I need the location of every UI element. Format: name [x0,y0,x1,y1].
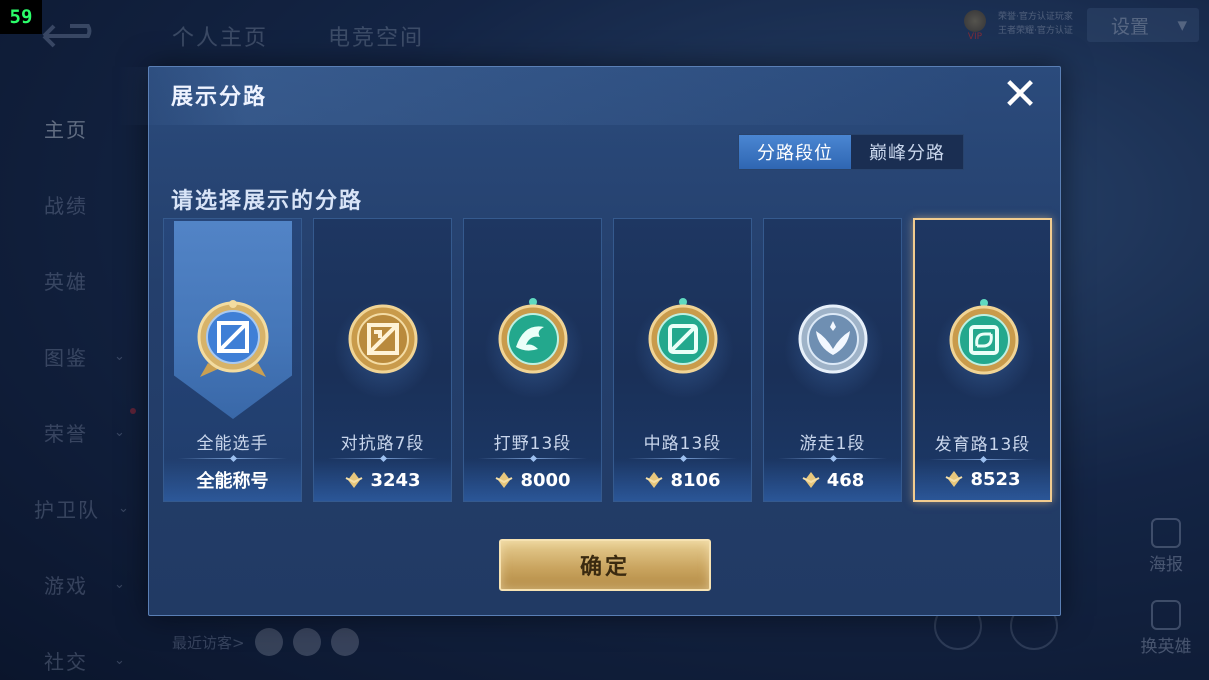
points-value: 8000 [520,469,571,491]
lane-display-dialog: 展示分路 ✕ 分路段位 巅峰分路 请选择展示的分路 全能选手 全能称号 对抗路7… [117,66,1061,616]
points-icon [802,472,820,488]
clash-lane-emblem-icon [348,304,418,374]
points-footer: 8523 [915,458,1050,500]
tab-lane-rank[interactable]: 分路段位 [739,135,851,169]
confirm-button[interactable]: 确定 [499,539,711,591]
lane-card-roam[interactable]: 游走1段 468 [763,218,902,502]
lane-card-mid[interactable]: 中路13段 8106 [613,218,752,502]
lane-card-clash[interactable]: 对抗路7段 3243 [313,218,452,502]
all-round-emblem-icon [197,300,269,377]
lane-mode-tabs: 分路段位 巅峰分路 [738,134,964,170]
lane-card-all-round[interactable]: 全能选手 全能称号 [163,218,302,502]
points-value: 468 [826,469,865,491]
points-footer: 8000 [464,459,601,501]
points-value: 8106 [670,469,721,491]
mid-lane-emblem-icon [648,298,718,374]
fps-counter: 59 [0,0,42,34]
points-footer: 8106 [614,459,751,501]
lane-card-jungle[interactable]: 打野13段 8000 [463,218,602,502]
lane-name: 对抗路7段 [340,434,425,454]
close-icon[interactable]: ✕ [1000,73,1040,117]
jungle-emblem-icon [498,298,568,374]
points-footer: 468 [764,459,901,501]
farm-lane-emblem-icon [949,299,1019,375]
points-value: 3243 [370,469,421,491]
points-footer: 3243 [314,459,451,501]
points-icon [495,472,513,488]
roam-emblem-icon [798,304,868,374]
points-value: 8523 [970,468,1021,490]
dialog-title: 展示分路 [171,85,268,110]
select-prompt: 请选择展示的分路 [171,189,364,214]
lane-card-farm[interactable]: 发育路13段 8523 [913,218,1052,502]
tab-peak-lane[interactable]: 巅峰分路 [851,135,963,169]
title-footer: 全能称号 [164,459,301,501]
points-icon [345,472,363,488]
lane-name: 中路13段 [643,434,722,454]
lane-name: 全能选手 [196,434,269,454]
lane-name: 游走1段 [799,434,866,454]
footer-label: 全能称号 [196,471,269,492]
lane-name: 发育路13段 [934,435,1031,455]
lane-card-list: 全能选手 全能称号 对抗路7段 3243 打野13段 8000 中路13段 81… [163,218,1052,502]
points-icon [945,471,963,487]
points-icon [645,472,663,488]
lane-name: 打野13段 [493,434,572,454]
